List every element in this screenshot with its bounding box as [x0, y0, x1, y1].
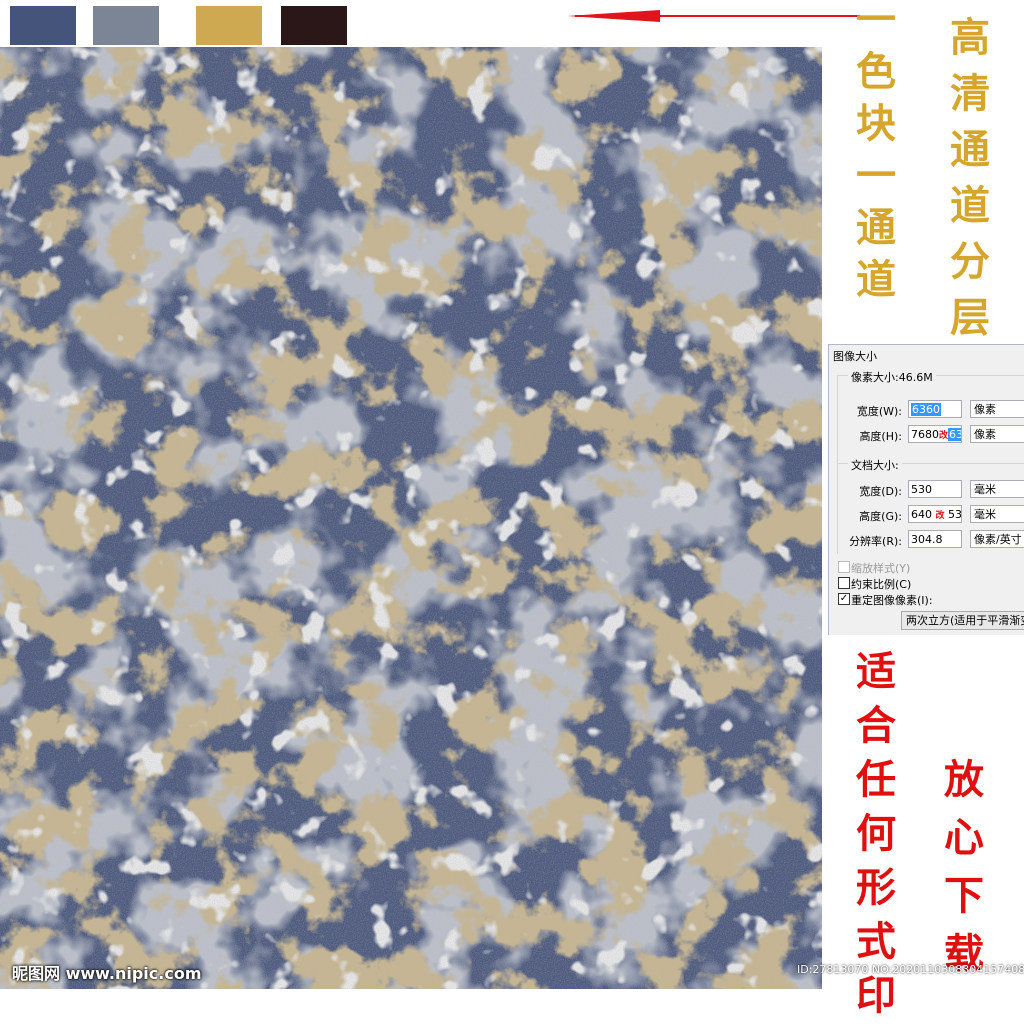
color-swatch-gold: [196, 6, 262, 45]
document-size-label: 文档大小:: [848, 457, 902, 473]
doc-width-label: 宽度(D):: [859, 485, 902, 498]
pixel-dimensions-group: 像素大小:46.6M 宽度(W): 6360 像素▾ 高度(H): 7680改6…: [837, 369, 1024, 466]
watermark-id: ID:27813070 NO:20201103083041574084: [797, 963, 1024, 976]
resolution-label: 分辨率(R):: [849, 535, 902, 548]
dialog-title: 图像大小: [833, 350, 877, 363]
doc-height-row: 高度(G): 640 改 530 毫米▾: [838, 505, 1024, 525]
doc-height-input[interactable]: 640 改 530: [908, 505, 962, 523]
pixel-height-label: 高度(H):: [859, 430, 902, 443]
pixel-width-input[interactable]: 6360: [908, 400, 962, 418]
banner-hd-layers: 高清通道分层: [950, 18, 990, 354]
resolution-unit-select[interactable]: 像素/英寸▾: [970, 530, 1024, 548]
color-swatch-navy: [10, 6, 76, 45]
banner-bottom-left-char: 合: [856, 702, 896, 749]
watermark-nipic: 昵图网 www.nipic.com: [12, 964, 202, 983]
banner-left-char: 色: [856, 48, 896, 95]
constrain-proportions-checkbox[interactable]: [838, 577, 850, 589]
banner-left-char: 一: [856, 152, 896, 199]
pixel-height-row: 高度(H): 7680改6360 像素▾: [838, 425, 1024, 445]
doc-height-unit-select[interactable]: 毫米▾: [970, 505, 1024, 523]
banner-download: 放心下载: [944, 760, 984, 992]
resolution-row: 分辨率(R): 304.8 像素/英寸▾: [838, 530, 1024, 550]
pixel-width-label: 宽度(W):: [856, 405, 902, 418]
doc-width-unit-select[interactable]: 毫米▾: [970, 480, 1024, 498]
image-size-dialog: 图像大小 像素大小:46.6M 宽度(W): 6360 像素▾ 高度(H): 7…: [828, 344, 1024, 635]
banner-bottom-right-char: 心: [944, 814, 984, 861]
doc-width-input[interactable]: 530: [908, 480, 962, 498]
resolution-input[interactable]: 304.8: [908, 530, 962, 548]
banner-bottom-left-char: 形: [856, 864, 896, 911]
pixel-height-input[interactable]: 7680改6360: [908, 425, 962, 443]
pattern-artwork: [0, 47, 822, 989]
marble-camo-pattern: [0, 47, 822, 989]
banner-right-char: 清: [950, 70, 990, 117]
banner-left-char: 通: [856, 204, 896, 251]
scale-styles-checkbox[interactable]: [838, 561, 850, 573]
banner-right-char: 分: [950, 238, 990, 285]
pixel-width-row: 宽度(W): 6360 像素▾: [838, 400, 1024, 420]
banner-right-char: 高: [950, 14, 990, 61]
banner-one-channel: 一色块一通道: [856, 0, 896, 312]
banner-left-char: 一: [856, 0, 896, 43]
pixel-height-unit-select[interactable]: 像素▾: [970, 425, 1024, 443]
pixel-width-unit-select[interactable]: 像素▾: [970, 400, 1024, 418]
banner-left-char: 道: [856, 256, 896, 303]
color-swatch-dark-brown: [281, 6, 347, 45]
banner-bottom-right-char: 下: [944, 872, 984, 919]
banner-bottom-left-char: 何: [856, 810, 896, 857]
banner-left-char: 块: [856, 100, 896, 147]
constrain-proportions-label: 约束比例(C): [851, 578, 912, 591]
banner-right-char: 通: [950, 126, 990, 173]
banner-bottom-right-char: 放: [944, 756, 984, 803]
scale-styles-label: 缩放样式(Y): [851, 562, 911, 575]
banner-right-char: 道: [950, 182, 990, 229]
banner-bottom-left-char: 印: [856, 972, 896, 1019]
document-size-group: 文档大小: 宽度(D): 530 毫米▾ 高度(G): 640 改 530 毫米…: [837, 457, 1024, 554]
resample-checkbox[interactable]: ✓: [838, 593, 850, 605]
color-swatch-gray-blue: [93, 6, 159, 45]
left-arrow-icon: [567, 10, 860, 22]
pixel-dimensions-label: 像素大小:46.6M: [848, 369, 936, 385]
resample-method-select[interactable]: 两次立方(适用于平滑渐变: [901, 611, 1024, 630]
banner-bottom-left-char: 任: [856, 756, 896, 803]
doc-width-row: 宽度(D): 530 毫米▾: [838, 480, 1024, 500]
doc-height-label: 高度(G):: [859, 510, 902, 523]
resample-label: 重定图像像素(I):: [851, 594, 933, 607]
banner-bottom-left-char: 适: [856, 648, 896, 695]
